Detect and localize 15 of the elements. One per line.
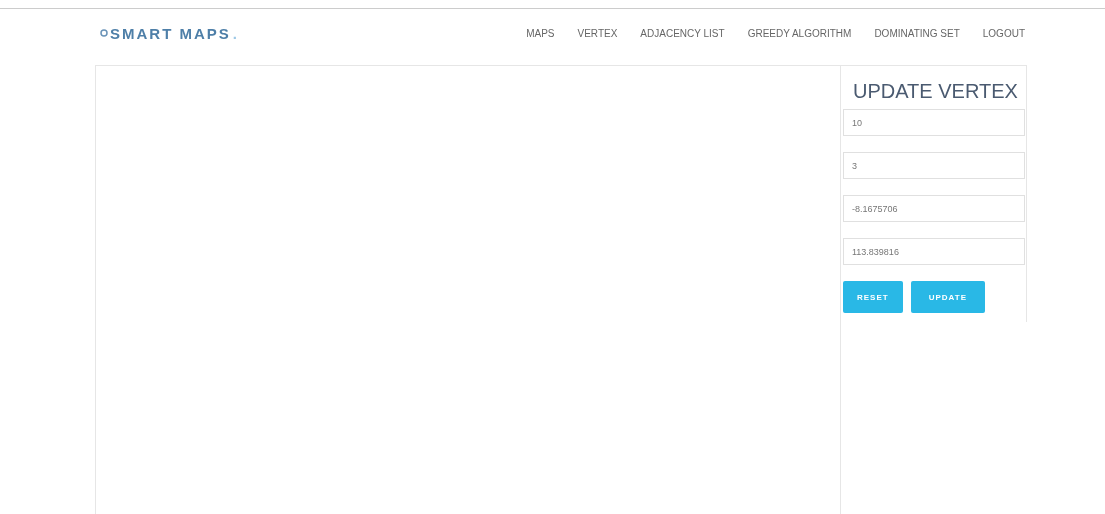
form-title: UPDATE VERTEX (853, 80, 1019, 103)
nav-link[interactable]: LOGOUT (982, 27, 1025, 39)
map-area[interactable] (95, 65, 841, 514)
brand-name[interactable]: SMART MAPS (110, 24, 231, 42)
brand-dot: . (232, 24, 239, 42)
nav-link[interactable]: VERTEX (577, 27, 618, 39)
input-field[interactable]: 10 (843, 109, 1025, 136)
input-field[interactable]: 3 (843, 152, 1025, 179)
nav-link[interactable]: GREEDY ALGORITHM (747, 27, 852, 39)
input-field[interactable]: -8.1675706 (843, 195, 1025, 222)
input-field[interactable]: 113.839816 (843, 238, 1025, 265)
nav-link[interactable]: DOMINATING SET (874, 27, 960, 39)
nav-link[interactable]: MAPS (526, 27, 555, 39)
nav-link[interactable]: ADJACENCY LIST (640, 27, 725, 39)
logo-icon (100, 29, 108, 37)
